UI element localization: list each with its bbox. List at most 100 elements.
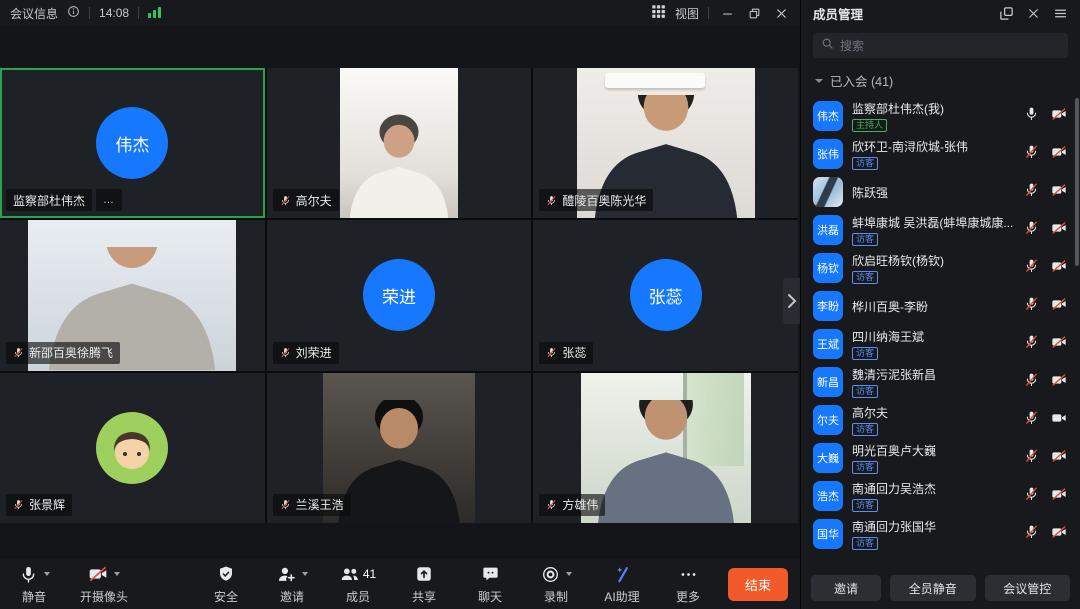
chevron-down-icon[interactable] <box>302 572 308 576</box>
muted-mic-icon[interactable] <box>1024 182 1039 202</box>
muted-mic-icon[interactable] <box>1024 486 1039 506</box>
member-row-4[interactable]: 洪磊蚌埠康城 吴洪磊(蚌埠康城康...访客 <box>801 211 1080 249</box>
mic-icon[interactable] <box>1024 106 1039 126</box>
search-box[interactable] <box>813 33 1068 58</box>
role-badge: 访客 <box>852 461 878 474</box>
video-tile-1[interactable]: 伟杰监察部杜伟杰… <box>0 68 265 218</box>
member-row-7[interactable]: 王斌四川纳海王斌访客 <box>801 325 1080 363</box>
chevron-down-icon[interactable] <box>114 572 120 576</box>
video-tile-2[interactable]: 高尔夫 <box>267 68 532 218</box>
muted-mic-icon[interactable] <box>1024 144 1039 164</box>
member-row-8[interactable]: 新昌魏清污泥张新昌访客 <box>801 363 1080 401</box>
avatar-photo <box>813 177 843 207</box>
video-tile-8[interactable]: 兰溪王浩 <box>267 373 532 523</box>
video-tile-6[interactable]: 张蕊张蕊 <box>533 220 798 370</box>
participant-name-label: 醴陵百奥陈光华 <box>539 189 653 211</box>
camera-icon[interactable] <box>1051 410 1067 431</box>
camera-off-icon[interactable] <box>1051 258 1067 279</box>
joined-section-header[interactable]: 已入会 (41) <box>815 71 1066 90</box>
toolbar-camera-off-button[interactable]: 开摄像头 <box>80 564 128 605</box>
video-tile-7[interactable]: 张景辉 <box>0 373 265 523</box>
video-tile-3[interactable]: 醴陵百奥陈光华 <box>533 68 798 218</box>
info-icon[interactable] <box>67 5 80 21</box>
muted-mic-icon[interactable] <box>1024 258 1039 278</box>
search-input[interactable] <box>840 39 1060 53</box>
video-tile-9[interactable]: 方雄伟 <box>533 373 798 523</box>
video-tile-4[interactable]: 新邵百奥徐腾飞 <box>0 220 265 370</box>
more-options-button[interactable]: … <box>96 189 122 211</box>
panel-close-icon[interactable] <box>1027 7 1040 20</box>
toolbar-more-button[interactable]: 更多 <box>666 564 710 605</box>
toolbar-chat-button[interactable]: 聊天 <box>468 564 512 605</box>
member-name: 蚌埠康城 吴洪磊(蚌埠康城康... <box>852 214 1015 231</box>
muted-mic-icon[interactable] <box>1024 372 1039 392</box>
shield-icon <box>217 564 235 585</box>
muted-mic-icon[interactable] <box>1024 448 1039 468</box>
members-icon: 41 <box>340 564 376 585</box>
muted-mic-icon[interactable] <box>1024 220 1039 240</box>
mute-all-button[interactable]: 全员静音 <box>890 575 975 601</box>
participant-name-label: 高尔夫 <box>273 189 339 211</box>
muted-mic-icon[interactable] <box>1024 334 1039 354</box>
toolbar-label: 安全 <box>214 588 238 605</box>
member-row-5[interactable]: 杨钦欣启旺杨钦(杨钦)访客 <box>801 249 1080 287</box>
meeting-info-button[interactable]: 会议信息 <box>10 5 58 22</box>
camera-off-icon[interactable] <box>1051 144 1067 165</box>
member-row-9[interactable]: 尔夫高尔夫访客 <box>801 401 1080 439</box>
toolbar-members-button[interactable]: 41成员 <box>336 564 380 605</box>
member-name: 南通回力张国华 <box>852 518 1015 535</box>
avatar: 杨钦 <box>813 253 843 283</box>
toolbar-share-button[interactable]: 共享 <box>402 564 446 605</box>
camera-off-icon[interactable] <box>1051 220 1067 241</box>
member-row-12[interactable]: 国华南通回力张国华访客 <box>801 515 1080 553</box>
invite-button[interactable]: 邀请 <box>811 575 881 601</box>
chat-icon <box>481 564 500 585</box>
divider <box>138 7 139 19</box>
member-count: 41 <box>363 567 376 581</box>
minimize-button[interactable] <box>718 4 736 22</box>
member-row-6[interactable]: 李盼桦川百奥-李盼 <box>801 287 1080 325</box>
role-badge: 访客 <box>852 157 878 170</box>
camera-off-icon[interactable] <box>1051 486 1067 507</box>
camera-off-icon[interactable] <box>1051 106 1067 127</box>
video-tile-5[interactable]: 荣进刘荣进 <box>267 220 532 370</box>
toolbar-label: 录制 <box>544 588 568 605</box>
layout-grid-icon[interactable] <box>651 4 666 22</box>
chevron-down-icon[interactable] <box>566 572 572 576</box>
view-button[interactable]: 视图 <box>675 5 699 22</box>
next-page-button[interactable] <box>783 278 800 324</box>
toolbar-shield-button[interactable]: 安全 <box>204 564 248 605</box>
camera-off-icon[interactable] <box>1051 182 1067 203</box>
joined-section-label: 已入会 (41) <box>830 71 893 90</box>
meeting-control-button[interactable]: 会议管控 <box>985 575 1070 601</box>
toolbar-record-button[interactable]: 录制 <box>534 564 578 605</box>
scrollbar-thumb[interactable] <box>1075 98 1079 266</box>
muted-mic-icon[interactable] <box>1024 410 1039 430</box>
camera-off-icon[interactable] <box>1051 296 1067 317</box>
close-button[interactable] <box>772 4 790 22</box>
muted-mic-icon[interactable] <box>1024 296 1039 316</box>
member-panel-header: 成员管理 <box>801 0 1080 26</box>
toolbar-label: 聊天 <box>478 588 502 605</box>
member-row-10[interactable]: 大巍明光百奥卢大巍访客 <box>801 439 1080 477</box>
toolbar-invite-button[interactable]: 邀请 <box>270 564 314 605</box>
camera-off-icon[interactable] <box>1051 524 1067 545</box>
member-row-3[interactable]: 陈跃强 <box>801 173 1080 211</box>
muted-mic-icon[interactable] <box>1024 524 1039 544</box>
member-name: 欣启旺杨钦(杨钦) <box>852 252 1015 269</box>
popout-icon[interactable] <box>999 6 1014 21</box>
member-row-1[interactable]: 伟杰监察部杜伟杰(我)主持人 <box>801 97 1080 135</box>
member-row-2[interactable]: 张伟欣环卫-南浔欣城-张伟访客 <box>801 135 1080 173</box>
tile-avatar: 伟杰 <box>96 107 168 179</box>
member-row-11[interactable]: 浩杰南通回力吴浩杰访客 <box>801 477 1080 515</box>
camera-off-icon[interactable] <box>1051 334 1067 355</box>
camera-off-icon[interactable] <box>1051 448 1067 469</box>
end-meeting-button[interactable]: 结束 <box>728 568 788 601</box>
toolbar-mic-button[interactable]: 静音 <box>12 564 56 605</box>
panel-menu-icon[interactable] <box>1053 7 1068 20</box>
restore-button[interactable] <box>745 4 763 22</box>
member-panel-title: 成员管理 <box>813 4 863 23</box>
camera-off-icon[interactable] <box>1051 372 1067 393</box>
chevron-down-icon[interactable] <box>44 572 50 576</box>
toolbar-ai-button[interactable]: AI助理 <box>600 564 644 605</box>
